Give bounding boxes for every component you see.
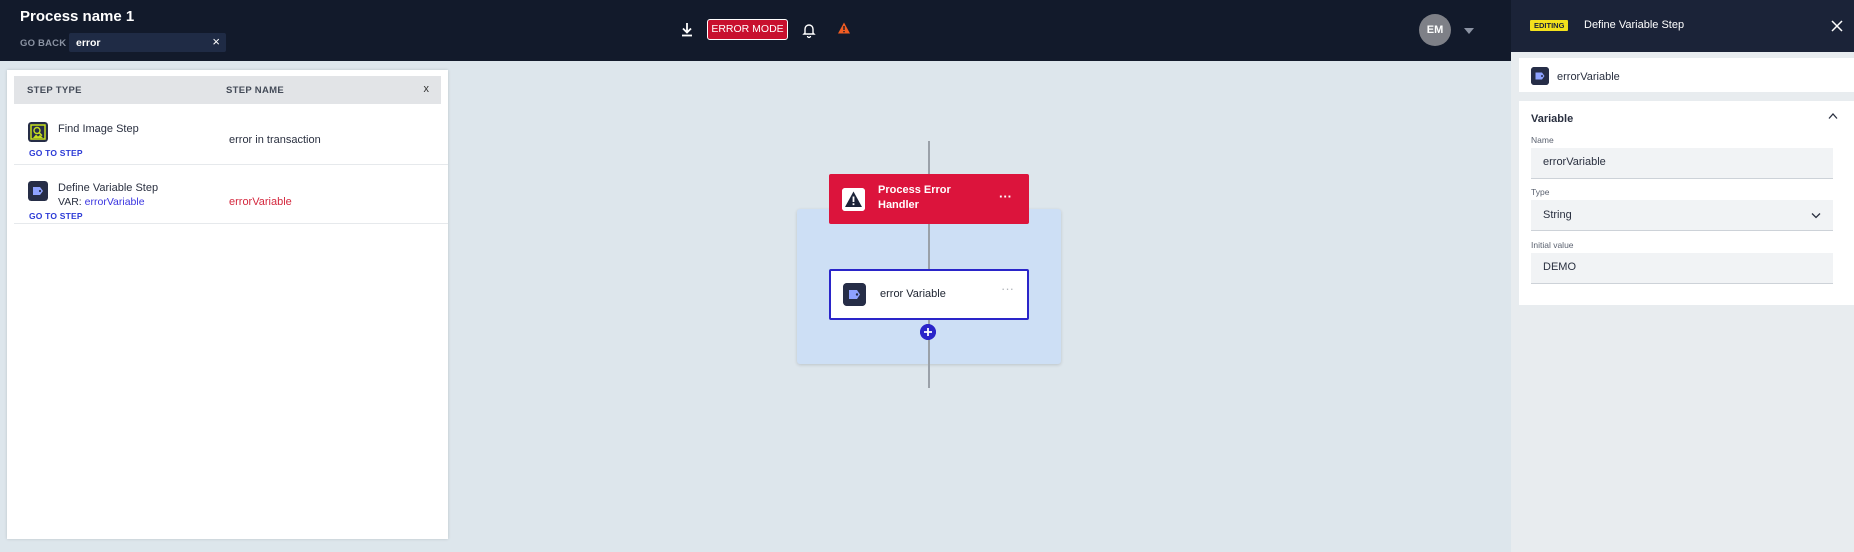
results-header: STEP TYPE STEP NAME x — [14, 76, 441, 104]
add-step-button[interactable] — [920, 324, 936, 340]
type-label: Type — [1531, 187, 1550, 197]
process-error-handler-node[interactable]: Process Error Handler ··· — [829, 174, 1029, 224]
find-image-icon — [28, 122, 48, 142]
column-step-name: STEP NAME — [226, 85, 284, 96]
name-label: Name — [1531, 135, 1554, 145]
bell-icon[interactable] — [801, 21, 817, 39]
go-back-link[interactable]: GO BACK — [20, 38, 66, 49]
row-step-name: error in transaction — [229, 134, 321, 146]
editor-title: Define Variable Step — [1584, 19, 1685, 31]
editor-step-item: errorVariable — [1519, 58, 1854, 92]
process-title: Process name 1 — [20, 8, 135, 25]
handler-label: Process Error Handler — [878, 184, 951, 211]
top-bar: Process name 1 GO BACK × ERROR MODE EM — [0, 0, 1511, 61]
result-row[interactable]: Define Variable Step VAR: errorVariable … — [14, 171, 448, 224]
column-step-type: STEP TYPE — [27, 85, 82, 96]
define-variable-icon — [28, 181, 48, 201]
row-variable: VAR: errorVariable — [58, 196, 145, 208]
connector-line — [928, 224, 930, 269]
row-step-name: errorVariable — [229, 196, 292, 208]
more-options-button[interactable]: ··· — [1001, 281, 1014, 296]
editing-badge: EDITING — [1530, 20, 1569, 31]
row-variable-prefix: VAR: — [58, 196, 85, 208]
search-box: × — [69, 33, 226, 52]
type-value: String — [1543, 209, 1572, 221]
go-to-step-link[interactable]: GO TO STEP — [29, 148, 83, 158]
step-editor-panel: EDITING Define Variable Step errorVariab… — [1511, 0, 1854, 552]
row-step-type: Define Variable Step — [58, 182, 159, 194]
initial-value-field — [1531, 253, 1833, 284]
go-to-step-link[interactable]: GO TO STEP — [29, 211, 83, 221]
editor-step-name: errorVariable — [1557, 71, 1620, 83]
warning-icon — [842, 188, 865, 211]
row-step-type: Find Image Step — [58, 123, 139, 135]
close-results-button[interactable]: x — [424, 83, 430, 95]
define-variable-node[interactable]: error Variable ··· — [829, 269, 1029, 320]
download-icon[interactable] — [679, 21, 695, 39]
row-variable-name: errorVariable — [84, 196, 145, 208]
define-variable-icon — [843, 283, 866, 306]
node-label: error Variable — [880, 288, 946, 300]
error-mode-button[interactable]: ERROR MODE — [707, 19, 788, 40]
search-input[interactable] — [76, 35, 206, 50]
warning-icon[interactable] — [837, 21, 851, 35]
name-field — [1531, 148, 1833, 179]
clear-search-button[interactable]: × — [212, 34, 220, 49]
search-results-panel: STEP TYPE STEP NAME x Find Image Step GO… — [7, 70, 448, 539]
editor-header: EDITING Define Variable Step — [1511, 0, 1854, 52]
chevron-up-icon[interactable] — [1828, 112, 1838, 120]
result-row[interactable]: Find Image Step GO TO STEP error in tran… — [14, 112, 448, 165]
variable-section: Variable Name Type String Initial value — [1519, 101, 1854, 305]
initial-value-label: Initial value — [1531, 240, 1574, 250]
define-variable-icon — [1531, 67, 1549, 85]
section-title: Variable — [1531, 113, 1574, 125]
initial-value-input[interactable] — [1543, 261, 1803, 273]
type-select[interactable]: String — [1531, 200, 1833, 231]
chevron-down-icon — [1811, 213, 1821, 219]
more-options-button[interactable]: ··· — [999, 189, 1012, 204]
connector-line — [928, 141, 930, 174]
name-input[interactable] — [1543, 156, 1803, 168]
close-icon[interactable] — [1830, 19, 1844, 33]
user-avatar[interactable]: EM — [1419, 14, 1451, 46]
chevron-down-icon[interactable] — [1463, 27, 1475, 35]
